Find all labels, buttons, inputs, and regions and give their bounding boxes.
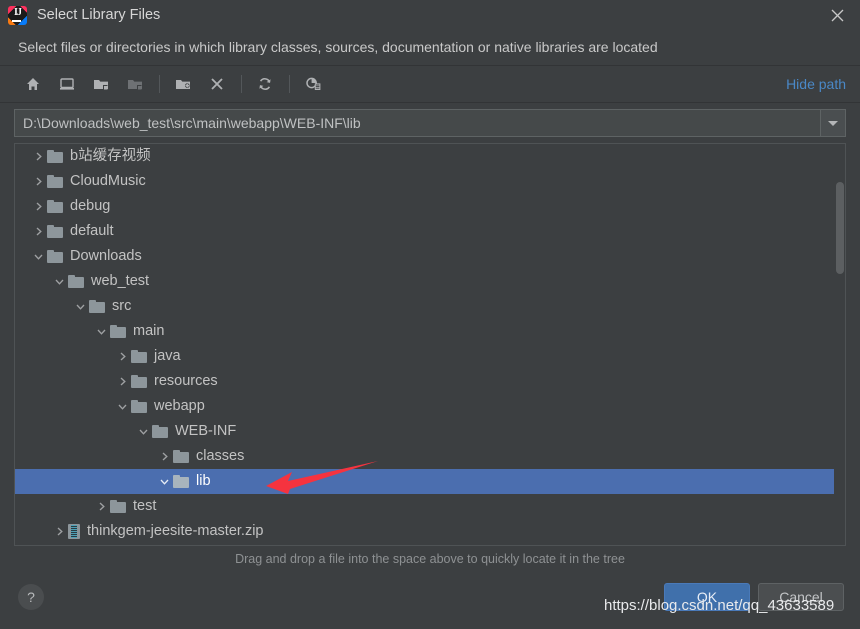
drag-drop-hint: Drag and drop a file into the space abov…: [14, 545, 846, 571]
tree-row-label: Downloads: [70, 248, 142, 264]
tree-row[interactable]: WEB-INF: [15, 419, 845, 444]
tree-row[interactable]: b站缓存视频: [15, 144, 845, 169]
path-dropdown-button[interactable]: [820, 109, 846, 137]
tree-row-label: main: [133, 323, 165, 339]
chevron-right-icon[interactable]: [113, 351, 131, 362]
chevron-down-icon[interactable]: [50, 276, 68, 287]
toolbar-separator-1: [159, 75, 160, 93]
chevron-down-icon[interactable]: [71, 301, 89, 312]
toolbar: Hide path: [0, 65, 860, 103]
chevron-down-icon[interactable]: [113, 401, 131, 412]
scrollbar-thumb[interactable]: [836, 182, 844, 274]
folder-module-icon: [120, 71, 150, 97]
refresh-icon[interactable]: [250, 71, 280, 97]
toolbar-separator-2: [241, 75, 242, 93]
folder-open-icon[interactable]: [86, 71, 116, 97]
chevron-right-icon[interactable]: [155, 451, 173, 462]
tree-row[interactable]: web_test: [15, 269, 845, 294]
tree-row[interactable]: test: [15, 494, 845, 519]
tree-row-label: resources: [154, 373, 218, 389]
folder-icon: [47, 175, 63, 188]
path-row: D:\Downloads\web_test\src\main\webapp\WE…: [0, 103, 860, 143]
tree-row-label: lib: [196, 473, 211, 489]
tree-row-label: java: [154, 348, 181, 364]
tree-row-label: test: [133, 498, 157, 514]
zip-file-icon: [68, 524, 80, 539]
watermark-text: https://blog.csdn.net/qq_43633589: [604, 597, 835, 614]
tree-row-label: default: [70, 223, 114, 239]
folder-icon: [131, 375, 147, 388]
folder-icon: [47, 200, 63, 213]
folder-icon: [89, 300, 105, 313]
tree-row[interactable]: webapp: [15, 394, 845, 419]
desktop-icon[interactable]: [52, 71, 82, 97]
tree-row[interactable]: CloudMusic: [15, 169, 845, 194]
tree-row-label: web_test: [91, 273, 150, 289]
tree-row-label: src: [112, 298, 132, 314]
path-input[interactable]: D:\Downloads\web_test\src\main\webapp\WE…: [14, 109, 820, 137]
folder-icon: [152, 425, 168, 438]
intellij-idea-logo-icon: IJ: [8, 5, 27, 25]
chevron-down-icon[interactable]: [92, 326, 110, 337]
tree-row-label: debug: [70, 198, 111, 214]
chevron-right-icon[interactable]: [29, 151, 47, 162]
tree-row-label: classes: [196, 448, 245, 464]
folder-icon: [47, 225, 63, 238]
tree-row[interactable]: main: [15, 319, 845, 344]
folder-icon: [110, 325, 126, 338]
toolbar-separator-3: [289, 75, 290, 93]
tree-row[interactable]: java: [15, 344, 845, 369]
help-icon[interactable]: ?: [18, 584, 44, 610]
show-hidden-icon[interactable]: [298, 71, 328, 97]
tree-row[interactable]: classes: [15, 444, 845, 469]
tree-row-label: thinkgem-jeesite-master.zip: [87, 523, 264, 539]
close-icon[interactable]: [814, 0, 860, 30]
folder-icon: [47, 250, 63, 263]
chevron-right-icon[interactable]: [50, 526, 68, 537]
tree-row-label: webapp: [154, 398, 205, 414]
folder-icon: [68, 275, 84, 288]
chevron-down-icon[interactable]: [29, 251, 47, 262]
vertical-scrollbar[interactable]: [834, 144, 845, 545]
tree-row[interactable]: [15, 544, 845, 545]
chevron-down-icon[interactable]: [134, 426, 152, 437]
tree-row-label: CloudMusic: [70, 173, 146, 189]
tree-row[interactable]: lib: [15, 469, 845, 494]
file-tree[interactable]: b站缓存视频 CloudMusic debug default Downloads web…: [15, 144, 845, 545]
chevron-right-icon[interactable]: [92, 501, 110, 512]
chevron-right-icon[interactable]: [113, 376, 131, 387]
tree-row[interactable]: resources: [15, 369, 845, 394]
tree-row[interactable]: src: [15, 294, 845, 319]
folder-icon: [131, 350, 147, 363]
chevron-right-icon[interactable]: [29, 176, 47, 187]
new-folder-icon[interactable]: [168, 71, 198, 97]
chevron-right-icon[interactable]: [29, 226, 47, 237]
chevron-down-icon: [828, 120, 838, 126]
folder-icon: [110, 500, 126, 513]
folder-icon: [47, 150, 63, 163]
tree-row-label: WEB-INF: [175, 423, 237, 439]
chevron-down-icon[interactable]: [155, 476, 173, 487]
delete-icon[interactable]: [202, 71, 232, 97]
home-icon[interactable]: [18, 71, 48, 97]
select-library-files-dialog: IJ Select Library Files Select files or …: [0, 0, 860, 629]
dialog-description: Select files or directories in which lib…: [18, 39, 658, 55]
folder-icon: [131, 400, 147, 413]
tree-row[interactable]: thinkgem-jeesite-master.zip: [15, 519, 845, 544]
tree-row-label: b站缓存视频: [70, 148, 151, 164]
folder-icon: [173, 450, 189, 463]
tree-row[interactable]: Downloads: [15, 244, 845, 269]
folder-icon: [173, 475, 189, 488]
file-tree-panel: b站缓存视频 CloudMusic debug default Downloads web…: [14, 143, 846, 545]
chevron-right-icon[interactable]: [29, 201, 47, 212]
window-title: Select Library Files: [37, 7, 161, 23]
tree-row[interactable]: default: [15, 219, 845, 244]
hide-path-link[interactable]: Hide path: [786, 76, 846, 92]
tree-row[interactable]: debug: [15, 194, 845, 219]
title-bar: IJ Select Library Files: [0, 0, 860, 30]
